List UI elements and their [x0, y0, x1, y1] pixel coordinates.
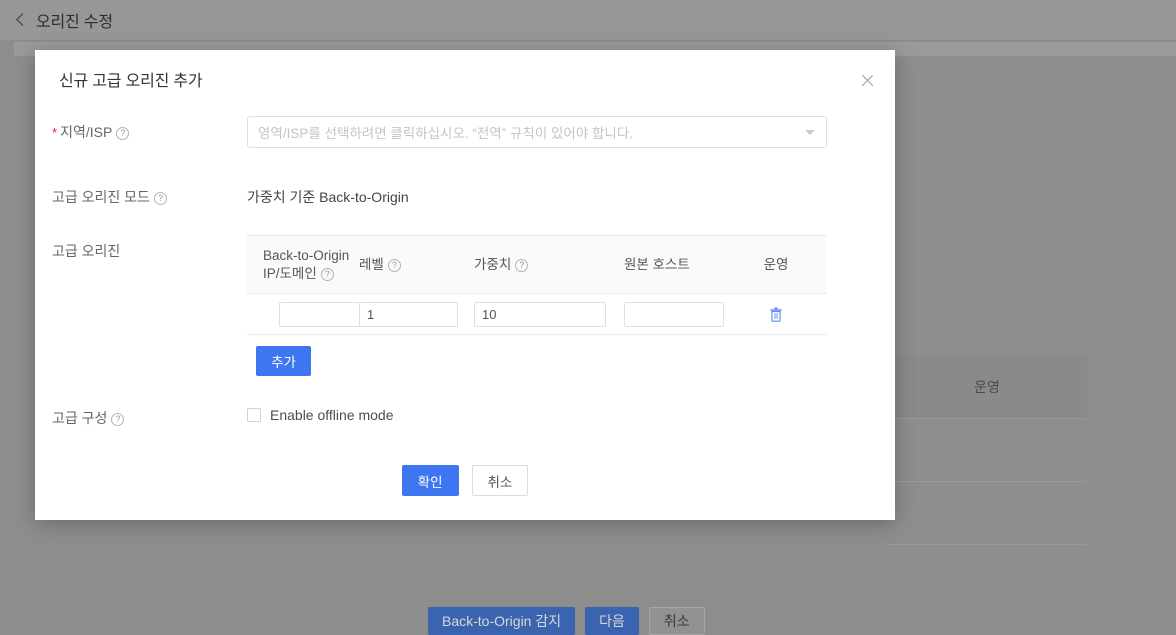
origin-mode-value: 가중치 기준 Back-to-Origin: [247, 181, 895, 207]
origin-weight-input[interactable]: [474, 302, 606, 327]
next-button[interactable]: 다음: [585, 607, 639, 635]
column-header-origin-host-label: 원본 호스트: [624, 257, 690, 272]
form-row-region: *지역/ISP? 영역/ISP를 선택하려면 클릭하십시오. “전역” 규칙이 …: [35, 116, 895, 148]
region-isp-label-wrap: *지역/ISP?: [52, 116, 247, 142]
origin-level-input[interactable]: [359, 302, 458, 327]
cell-level: [359, 302, 474, 327]
origin-host-input[interactable]: [624, 302, 724, 327]
column-header-level-label: 레벨: [359, 257, 384, 272]
question-circle-icon[interactable]: ?: [111, 413, 124, 426]
trash-icon: [769, 307, 783, 322]
column-header-weight: 가중치?: [474, 248, 624, 282]
region-isp-select[interactable]: 영역/ISP를 선택하려면 클릭하십시오. “전역” 규칙이 있어야 합니다.: [247, 116, 827, 148]
add-origin-button[interactable]: 추가: [256, 346, 311, 376]
question-circle-icon[interactable]: ?: [154, 192, 167, 205]
advanced-config-label-wrap: 고급 구성?: [52, 402, 247, 427]
chevron-left-icon[interactable]: [14, 13, 28, 27]
column-header-operation: 운영: [741, 248, 811, 282]
dialog-footer: 확인 취소: [35, 465, 895, 496]
advanced-origins-label-wrap: 고급 오리진: [52, 235, 247, 260]
advanced-config-control: Enable offline mode: [247, 402, 895, 423]
column-header-level: 레벨?: [359, 248, 474, 282]
background-table-header-operation: 운영: [974, 377, 1000, 397]
form-row-origin-mode: 고급 오리진 모드? 가중치 기준 Back-to-Origin: [35, 181, 895, 207]
confirm-button[interactable]: 확인: [402, 465, 459, 496]
page-title: 오리진 수정: [36, 8, 113, 32]
column-header-weight-label: 가중치: [474, 257, 511, 272]
enable-offline-mode-checkbox[interactable]: [247, 408, 261, 422]
chevron-down-icon[interactable]: [805, 130, 815, 135]
origin-mode-label: 고급 오리진 모드: [52, 189, 150, 205]
column-header-ip-domain: Back-to-Origin IP/도메인?: [247, 239, 359, 291]
enable-offline-mode-label: Enable offline mode: [270, 407, 394, 423]
column-header-origin-host: 원본 호스트: [624, 248, 741, 282]
required-asterisk: *: [52, 125, 57, 140]
add-advanced-origin-dialog: 신규 고급 오리진 추가 *지역/ISP? 영역/ISP를 선택하려면 클릭하십…: [35, 50, 895, 520]
origins-table-header: Back-to-Origin IP/도메인? 레벨? 가중치? 원본 호스트: [247, 236, 827, 294]
region-isp-label: 지역/ISP: [60, 124, 112, 140]
question-circle-icon[interactable]: ?: [515, 259, 528, 272]
question-circle-icon[interactable]: ?: [116, 127, 129, 140]
back-to-origin-detect-button[interactable]: Back-to-Origin 감지: [428, 607, 575, 635]
cancel-button[interactable]: 취소: [472, 465, 529, 496]
cancel-button[interactable]: 취소: [649, 607, 705, 635]
region-isp-control: 영역/ISP를 선택하려면 클릭하십시오. “전역” 규칙이 있어야 합니다.: [247, 116, 895, 148]
advanced-origins-label: 고급 오리진: [52, 243, 120, 259]
table-row: [887, 482, 1087, 545]
table-row: [887, 419, 1087, 482]
dialog-body: *지역/ISP? 영역/ISP를 선택하려면 클릭하십시오. “전역” 규칙이 …: [35, 116, 895, 427]
origin-mode-label-wrap: 고급 오리진 모드?: [52, 181, 247, 206]
origin-mode-control: 가중치 기준 Back-to-Origin: [247, 181, 895, 207]
region-isp-placeholder: 영역/ISP를 선택하려면 클릭하십시오. “전역” 규칙이 있어야 합니다.: [258, 122, 633, 142]
origins-table: Back-to-Origin IP/도메인? 레벨? 가중치? 원본 호스트: [247, 235, 827, 335]
table-row: [247, 294, 827, 335]
background-footer-actions: Back-to-Origin 감지 다음 취소: [428, 607, 705, 635]
cell-ip-domain: [247, 302, 359, 327]
advanced-origins-control: Back-to-Origin IP/도메인? 레벨? 가중치? 원본 호스트: [247, 235, 895, 376]
cell-origin-host: [624, 302, 741, 327]
background-table-header: 운영: [887, 355, 1087, 419]
form-row-advanced-config: 고급 구성? Enable offline mode: [35, 402, 895, 427]
question-circle-icon[interactable]: ?: [321, 268, 334, 281]
dialog-header: 신규 고급 오리진 추가: [35, 50, 895, 108]
close-icon[interactable]: [855, 68, 881, 94]
cell-weight: [474, 302, 624, 327]
form-row-advanced-origins: 고급 오리진 Back-to-Origin IP/도메인? 레벨?: [35, 235, 895, 376]
delete-origin-row-button[interactable]: [741, 307, 811, 322]
background-table: 운영: [887, 355, 1087, 545]
page-root: 오리진 수정 운영 Back-to-Origin 감지 다음 취소 신규 고급 …: [0, 0, 1176, 635]
advanced-config-label: 고급 구성: [52, 410, 107, 426]
column-header-ip-domain-label: Back-to-Origin IP/도메인: [263, 248, 349, 281]
dialog-title: 신규 고급 오리진 추가: [59, 67, 202, 91]
enable-offline-mode-checkbox-row[interactable]: Enable offline mode: [247, 402, 895, 423]
column-header-operation-label: 운영: [764, 257, 789, 272]
question-circle-icon[interactable]: ?: [388, 259, 401, 272]
background-topbar: 오리진 수정: [0, 0, 1176, 40]
